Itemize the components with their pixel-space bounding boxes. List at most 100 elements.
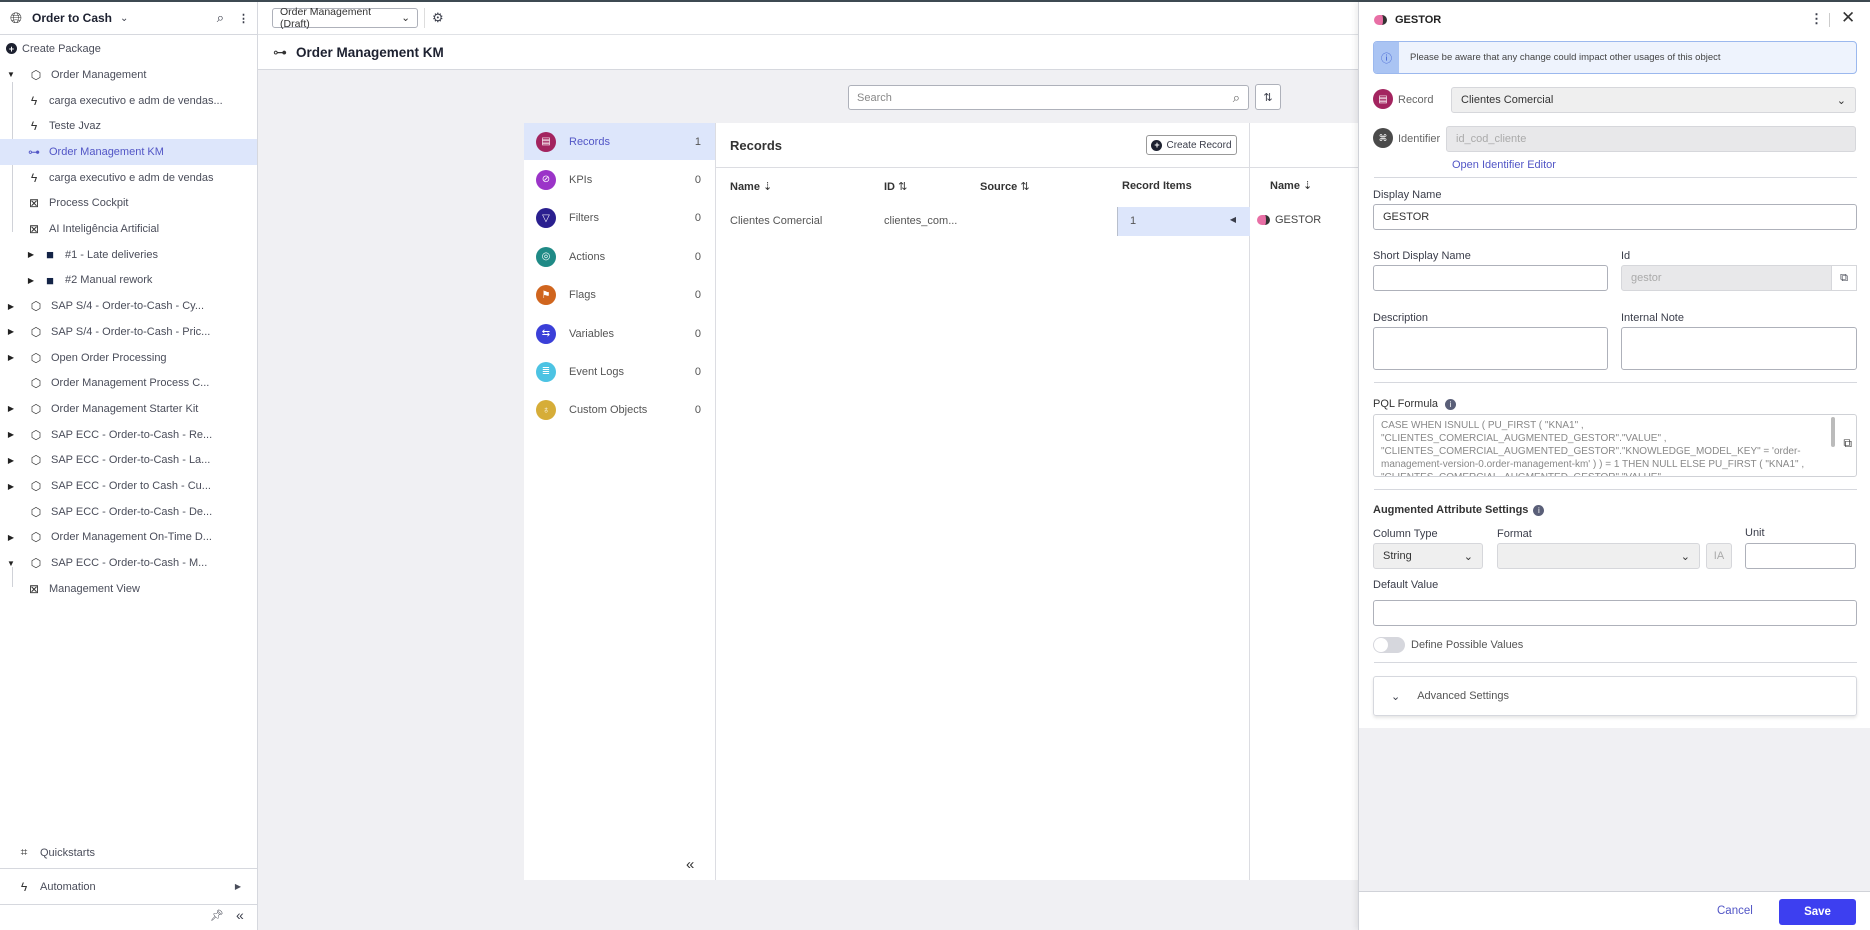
sidebar-item[interactable]: ▶ ⬡ Order Management On-Time D...	[0, 525, 257, 551]
default-value-input[interactable]	[1373, 600, 1857, 626]
copy-icon[interactable]: ⧉	[1843, 437, 1852, 450]
info-icon[interactable]: i	[1533, 504, 1545, 516]
caret-right-icon[interactable]: ▶	[6, 302, 16, 311]
unit-label: Unit	[1745, 527, 1765, 539]
sidebar-item[interactable]: ▶ ⬡ SAP ECC - Order-to-Cash - La...	[0, 448, 257, 474]
version-dropdown[interactable]: Order Management (Draft) ⌄	[272, 6, 418, 30]
sidebar-item[interactable]: ▶ ⬡ SAP S/4 - Order-to-Cash - Pric...	[0, 319, 257, 345]
caret-right-icon[interactable]: ▶	[26, 276, 36, 285]
collapse-menu-icon[interactable]: «	[686, 856, 694, 873]
column-name[interactable]: Name ⇣	[1270, 179, 1312, 192]
record-items-cell[interactable]: 1 ◀	[1117, 207, 1250, 236]
info-text: Please be aware that any change could im…	[1410, 52, 1721, 63]
pql-formula-editor[interactable]: CASE WHEN ISNULL ( PU_FIRST ( "KNA1" , "…	[1373, 414, 1857, 477]
column-type-select[interactable]: String ⌄	[1373, 543, 1483, 569]
internal-note-input[interactable]	[1621, 327, 1857, 370]
sidebar-item[interactable]: ⬡ Order Management Process C...	[0, 370, 257, 396]
caret-right-icon[interactable]: ▶	[6, 430, 16, 439]
sidebar-item-label: SAP S/4 - Order-to-Cash - Pric...	[51, 325, 211, 338]
description-input[interactable]	[1373, 327, 1608, 370]
divider	[0, 868, 257, 869]
sidebar-item[interactable]: ⊠ Management View	[0, 576, 257, 602]
define-values-label: Define Possible Values	[1411, 639, 1524, 651]
menu-item-filters[interactable]: ▽ Filters 0	[524, 200, 715, 237]
more-icon[interactable]: ⋮	[238, 12, 249, 25]
sidebar-item[interactable]: ϟ Teste Jvaz	[0, 113, 257, 139]
caret-down-icon[interactable]: ▼	[6, 70, 16, 79]
sidebar-item[interactable]: ▶ ⬡ SAP ECC - Order-to-Cash - Re...	[0, 422, 257, 448]
unit-input[interactable]	[1745, 543, 1856, 569]
caret-right-icon[interactable]: ▶	[6, 353, 16, 362]
short-display-name-input[interactable]	[1373, 265, 1608, 291]
open-identifier-editor-link[interactable]: Open Identifier Editor	[1452, 159, 1556, 171]
search-input[interactable]: Search ⌕	[848, 85, 1249, 110]
caret-right-icon[interactable]: ▶	[6, 327, 16, 336]
sort-icon: ⇣	[1303, 180, 1313, 192]
quickstarts-button[interactable]: ⌗ Quickstarts	[0, 840, 257, 866]
switch-view-button[interactable]: ⇅	[1255, 84, 1281, 110]
display-name-label: Display Name	[1373, 189, 1442, 201]
menu-item-custom-objects[interactable]: ♁ Custom Objects 0	[524, 392, 715, 429]
info-icon[interactable]: i	[1445, 398, 1457, 410]
menu-item-kpis[interactable]: ⊘ KPIs 0	[524, 161, 715, 198]
collapse-sidebar-icon[interactable]: «	[236, 907, 244, 923]
sidebar-item[interactable]: ▶ ⬡ Open Order Processing	[0, 345, 257, 371]
sidebar-item[interactable]: ▶ ⬡ Order Management Starter Kit	[0, 396, 257, 422]
save-button[interactable]: Save	[1779, 899, 1856, 925]
sidebar-item[interactable]: ⊠ AI Inteligência Artificial	[0, 216, 257, 242]
sidebar-item[interactable]: ϟ carga executivo e adm de vendas	[0, 165, 257, 191]
menu-item-count: 0	[694, 404, 701, 417]
plus-circle-icon: +	[6, 43, 17, 55]
caret-down-icon[interactable]: ▼	[6, 559, 16, 568]
column-name[interactable]: Name ⇣	[730, 180, 772, 193]
package-icon: ⬡	[30, 479, 42, 494]
sidebar-item[interactable]: ▼ ⬡ Order Management	[0, 62, 257, 88]
sidebar-item[interactable]: ▶ ■ #2 Manual rework	[0, 268, 257, 294]
menu-item-records[interactable]: ▤ Records 1	[524, 123, 715, 160]
workspace-title[interactable]: Order to Cash	[32, 11, 112, 25]
define-values-toggle[interactable]	[1373, 637, 1405, 653]
caret-right-icon[interactable]: ▶	[26, 250, 36, 259]
cancel-button[interactable]: Cancel	[1717, 905, 1753, 917]
create-package-button[interactable]: + Create Package	[0, 36, 257, 62]
divider	[1374, 177, 1857, 178]
caret-right-icon[interactable]: ▶	[6, 533, 16, 542]
lightning-icon: ϟ	[30, 93, 38, 108]
copy-id-button[interactable]: ⧉	[1831, 265, 1857, 291]
more-icon[interactable]: ⋮	[1810, 11, 1823, 27]
sidebar-item[interactable]: ▶ ■ #1 - Late deliveries	[0, 242, 257, 268]
caret-right-icon[interactable]: ▶	[6, 456, 16, 465]
sidebar-item[interactable]: ▶ ⬡ SAP S/4 - Order-to-Cash - Cy...	[0, 293, 257, 319]
divider	[1374, 382, 1857, 383]
filters-icon: ▽	[536, 208, 556, 229]
column-id[interactable]: ID ⇅	[884, 180, 907, 193]
advanced-settings-accordion[interactable]: ⌄ Advanced Settings	[1373, 676, 1857, 716]
search-icon[interactable]: ⌕	[217, 10, 224, 26]
sidebar-item[interactable]: ϟ carga executivo e adm de vendas...	[0, 88, 257, 114]
menu-item-actions[interactable]: ◎ Actions 0	[524, 238, 715, 275]
gear-icon[interactable]: ⚙	[432, 10, 444, 26]
sidebar-item[interactable]: ⬡ SAP ECC - Order-to-Cash - De...	[0, 499, 257, 525]
record-select[interactable]: Clientes Comercial ⌄	[1451, 87, 1856, 113]
table-row[interactable]: Clientes Comercial clientes_com... 1 ◀	[716, 207, 1250, 236]
close-icon[interactable]: ✕	[1841, 8, 1855, 28]
divider	[1359, 891, 1870, 892]
sidebar-item[interactable]: ⊶ Order Management KM	[0, 139, 257, 165]
scrollbar[interactable]	[1831, 417, 1835, 447]
list-item[interactable]: GESTOR	[1257, 214, 1321, 226]
caret-right-icon[interactable]: ▶	[6, 404, 16, 413]
chevron-down-icon[interactable]: ⌄	[120, 13, 128, 24]
caret-right-icon[interactable]: ▶	[6, 482, 16, 491]
sidebar-item[interactable]: ▼ ⬡ SAP ECC - Order-to-Cash - M...	[0, 550, 257, 576]
sidebar-item[interactable]: ▶ ⬡ SAP ECC - Order to Cash - Cu...	[0, 473, 257, 499]
sidebar-item[interactable]: ⊠ Process Cockpit	[0, 191, 257, 217]
menu-item-variables[interactable]: ⇆ Variables 0	[524, 315, 715, 352]
package-icon: ⬡	[30, 556, 42, 571]
automation-button[interactable]: ϟ Automation ▶	[0, 874, 257, 900]
display-name-input[interactable]: GESTOR	[1373, 204, 1857, 230]
menu-item-flags[interactable]: ⚑ Flags 0	[524, 277, 715, 314]
pin-icon[interactable]: 📌︎	[210, 909, 224, 922]
menu-item-event-logs[interactable]: ≣ Event Logs 0	[524, 353, 715, 390]
column-source[interactable]: Source ⇅	[980, 180, 1030, 193]
create-record-button[interactable]: + Create Record	[1146, 135, 1237, 155]
